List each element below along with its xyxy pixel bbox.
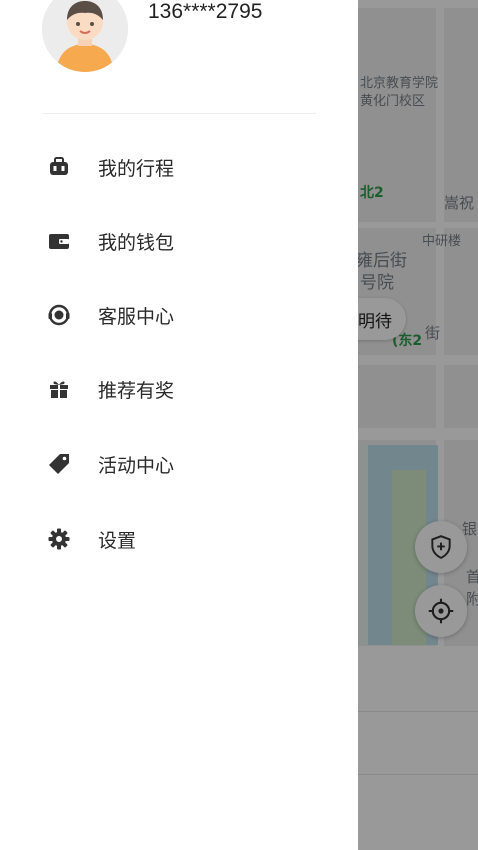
menu-item-label: 我的行程 bbox=[98, 157, 175, 180]
menu-item-customer-service[interactable]: 客服中心 bbox=[0, 285, 358, 345]
avatar[interactable] bbox=[42, 0, 128, 72]
menu-item-label: 客服中心 bbox=[98, 305, 175, 328]
avatar-icon bbox=[42, 0, 128, 72]
menu-item-activity-center[interactable]: 活动中心 bbox=[0, 434, 358, 494]
side-drawer: 136****2795 我的行程 我的钱包 客服中心 推荐有奖 活动中心 设置 bbox=[0, 0, 358, 850]
gear-icon bbox=[46, 526, 72, 552]
menu-item-trips[interactable]: 我的行程 bbox=[0, 137, 358, 197]
divider bbox=[42, 113, 316, 114]
menu-item-wallet[interactable]: 我的钱包 bbox=[0, 211, 358, 271]
wallet-icon bbox=[46, 228, 72, 254]
customer-service-icon bbox=[46, 302, 72, 328]
menu-item-referral-reward[interactable]: 推荐有奖 bbox=[0, 359, 358, 419]
tag-icon bbox=[46, 451, 72, 477]
trip-icon bbox=[46, 154, 72, 180]
menu-item-settings[interactable]: 设置 bbox=[0, 509, 358, 569]
gift-icon bbox=[46, 376, 72, 402]
menu-item-label: 设置 bbox=[98, 529, 137, 552]
menu-item-label: 我的钱包 bbox=[98, 231, 175, 254]
user-phone[interactable]: 136****2795 bbox=[148, 0, 262, 24]
menu-item-label: 活动中心 bbox=[98, 454, 175, 477]
menu-item-label: 推荐有奖 bbox=[98, 379, 175, 402]
